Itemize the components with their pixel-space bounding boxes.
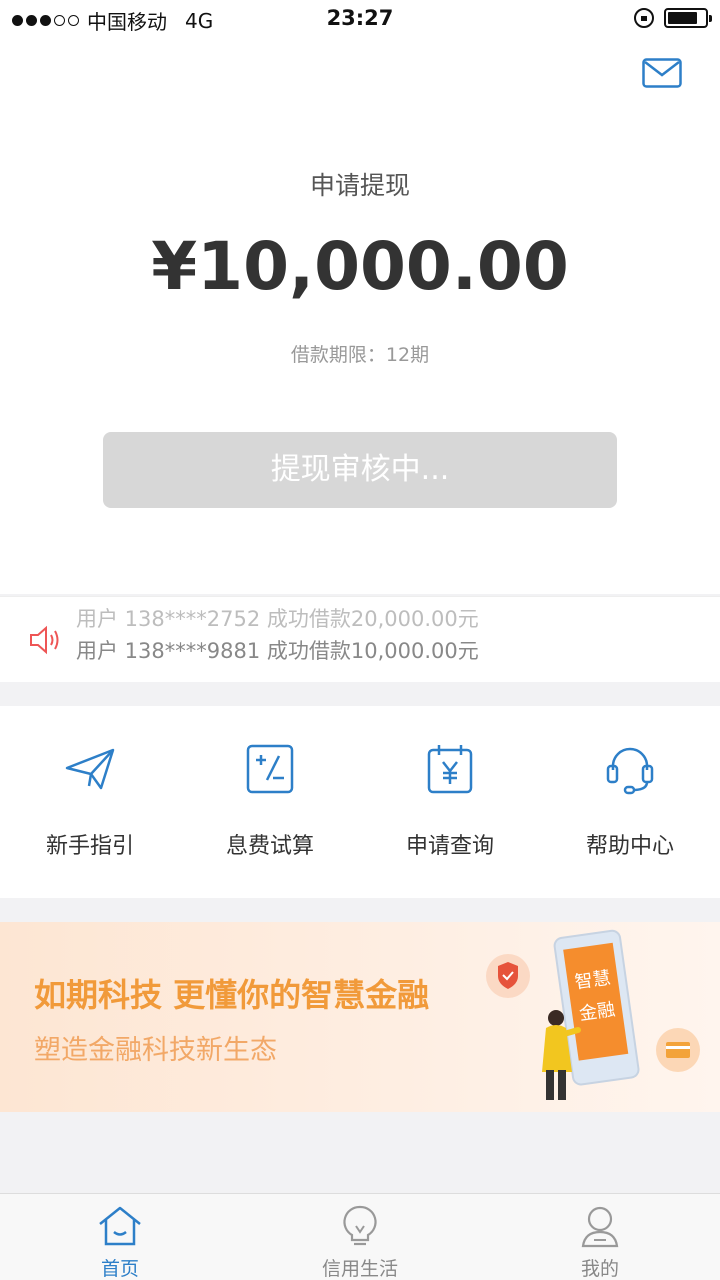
tab-mine[interactable]: 我的 [480, 1194, 720, 1280]
battery-icon [664, 8, 712, 28]
tab-label: 信用生活 [321, 1258, 398, 1280]
user-icon [581, 1206, 619, 1248]
status-bar: 中国移动 4G 23:27 [0, 0, 720, 38]
tab-home[interactable]: 首页 [0, 1194, 240, 1280]
loan-term: 借款期限：12期 [290, 344, 430, 366]
withdraw-panel: 申请提现 ¥10,000.00 借款期限：12期 提现审核中... [0, 38, 720, 594]
withdraw-amount: ¥10,000.00 [151, 228, 569, 305]
banner-subtitle: 塑造金融科技新生态 [34, 1035, 277, 1066]
menu-label: 新手指引 [45, 834, 134, 859]
tab-label: 首页 [100, 1258, 139, 1280]
mail-icon[interactable] [642, 58, 682, 88]
rotation-lock-icon [634, 8, 654, 28]
home-icon [99, 1206, 141, 1246]
status-time: 23:27 [326, 6, 394, 30]
menu-item-help[interactable]: 帮助中心 [540, 706, 720, 898]
menu-label: 申请查询 [405, 834, 494, 859]
loan-ticker: 用户 138****2752 成功借款20,000.00元 用户 138****… [0, 596, 720, 682]
bottom-tab-bar: 首页 信用生活 我的 [0, 1193, 720, 1280]
promo-banner[interactable]: 如期科技 更懂你的智慧金融 塑造金融科技新生态 智慧 金融 [0, 922, 720, 1112]
menu-label: 息费试算 [225, 834, 314, 859]
tab-credit-life[interactable]: 信用生活 [240, 1194, 480, 1280]
menu-item-guide[interactable]: 新手指引 [0, 706, 180, 898]
menu-item-calculator[interactable]: 息费试算 [180, 706, 360, 898]
menu-item-query[interactable]: 申请查询 [360, 706, 540, 898]
ticker-line: 用户 138****9881 成功借款10,000.00元 [76, 639, 479, 663]
withdraw-status-button[interactable]: 提现审核中... [103, 432, 617, 508]
menu-label: 帮助中心 [585, 834, 674, 859]
banner-illustration: 智慧 金融 [486, 929, 700, 1100]
ticker-line: 用户 138****2752 成功借款20,000.00元 [76, 607, 479, 631]
paper-plane-icon [65, 748, 115, 790]
tab-label: 我的 [580, 1258, 619, 1280]
speaker-icon [30, 625, 59, 655]
page-title: 申请提现 [309, 171, 410, 200]
calculator-icon [246, 744, 294, 794]
quick-menu: 新手指引 息费试算 申请查询 帮助中心 [0, 706, 720, 898]
headset-icon [606, 747, 654, 795]
calendar-yen-icon [427, 745, 473, 794]
banner-title: 如期科技 更懂你的智慧金融 [34, 976, 430, 1014]
lightbulb-icon [343, 1205, 377, 1246]
status-bar-right [634, 8, 712, 28]
